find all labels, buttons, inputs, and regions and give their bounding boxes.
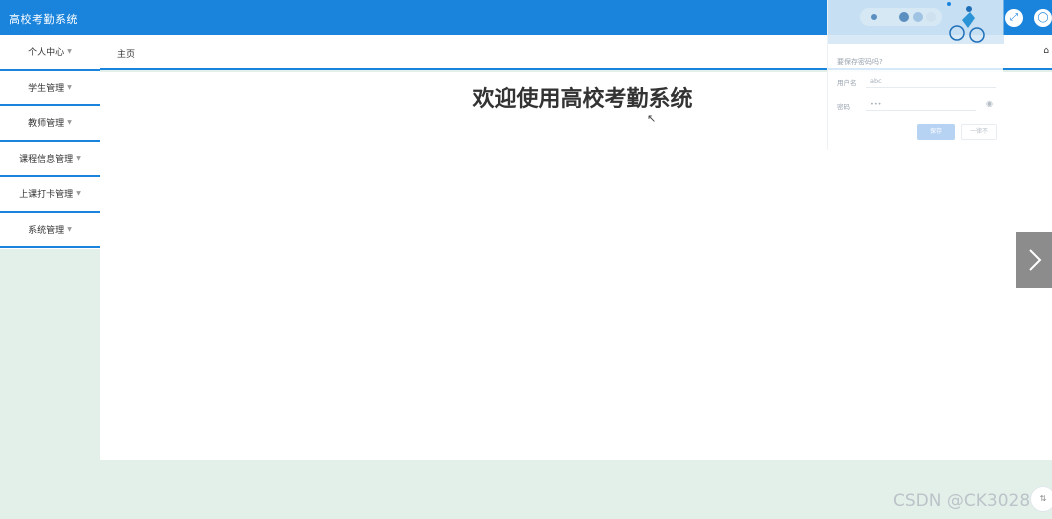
eye-icon[interactable]: ◉	[986, 99, 993, 108]
sidebar: 个人中心 ▼ 学生管理 ▼ 教师管理 ▼ 课程信息管理 ▼ 上课打卡管理 ▼ 系统管理 ▼	[0, 35, 100, 249]
chevron-down-icon: ▼	[67, 48, 72, 56]
sidebar-item-label: 学生管理	[28, 83, 65, 94]
sidebar-item-label: 教师管理	[28, 119, 65, 130]
sidebar-item-teachers[interactable]: 教师管理 ▼	[0, 106, 100, 142]
sidebar-item-label: 课程信息管理	[19, 154, 74, 165]
sidebar-item-attendance[interactable]: 上课打卡管理 ▼	[0, 177, 100, 213]
chevron-down-icon: ▼	[67, 119, 72, 127]
sidebar-item-personal-center[interactable]: 个人中心 ▼	[0, 35, 100, 71]
corner-float-button[interactable]: ⇅	[1030, 486, 1052, 512]
never-save-button[interactable]: 一律不	[961, 124, 997, 140]
chevron-down-icon: ▼	[76, 154, 81, 162]
password-label: 密码	[837, 103, 850, 111]
chevron-down-icon: ▼	[67, 83, 72, 91]
chevron-down-icon: ▼	[67, 225, 72, 233]
sidebar-item-label: 个人中心	[28, 48, 65, 59]
popup-question: 要保存密码吗?	[837, 58, 883, 66]
sidebar-item-label: 系统管理	[28, 225, 65, 236]
save-password-popup: 要保存密码吗? 用户名 abc 密码 ••• ◉ 保存 一律不	[827, 0, 1004, 150]
home-icon[interactable]: ⌂	[1043, 46, 1049, 56]
cyclist-illustration-icon	[860, 2, 985, 43]
watermark: CSDN @CK3028	[893, 491, 1031, 511]
fullscreen-icon[interactable]: ⤢	[1005, 9, 1023, 27]
password-field[interactable]: •••	[866, 98, 976, 111]
chevron-right-icon	[1029, 249, 1042, 271]
next-arrow-button[interactable]	[1016, 232, 1052, 288]
popup-banner	[828, 0, 1004, 44]
user-icon[interactable]: ◯	[1034, 9, 1052, 27]
save-password-button[interactable]: 保存	[917, 124, 955, 140]
username-field[interactable]: abc	[866, 75, 996, 88]
username-label: 用户名	[837, 79, 857, 87]
sidebar-item-system[interactable]: 系统管理 ▼	[0, 213, 100, 248]
mouse-cursor-icon: ↖	[647, 112, 657, 125]
sidebar-item-students[interactable]: 学生管理 ▼	[0, 71, 100, 106]
chevron-down-icon: ▼	[76, 190, 81, 198]
sidebar-item-courses[interactable]: 课程信息管理 ▼	[0, 142, 100, 177]
app-title: 高校考勤系统	[9, 13, 78, 26]
tab-home[interactable]: 主页	[117, 47, 135, 60]
sidebar-item-label: 上课打卡管理	[19, 190, 74, 201]
